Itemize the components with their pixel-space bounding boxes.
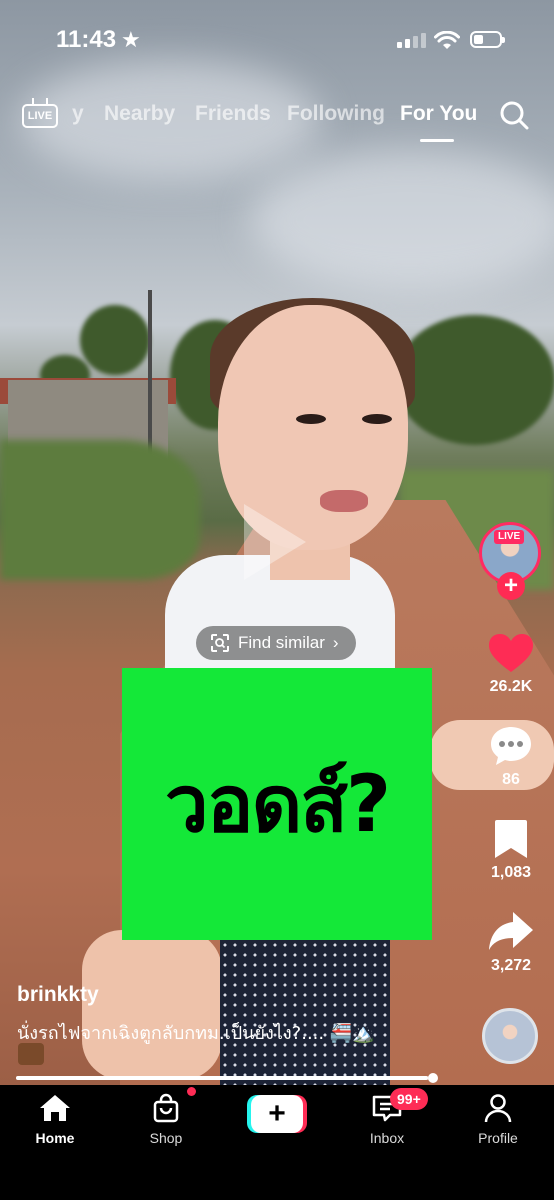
person-arm bbox=[82, 930, 222, 1080]
person-mouth bbox=[320, 490, 368, 512]
person-eye bbox=[296, 414, 326, 424]
find-similar-button[interactable]: Find similar › bbox=[196, 626, 356, 660]
video-caption[interactable]: นั่งรถไฟจากเฉิงตูกลับกทม.เป็นยังไง?.... … bbox=[17, 1018, 375, 1047]
person-eye bbox=[362, 414, 392, 424]
tiktok-feed-screen: 11:43 ★ LIVE y Nearby Friends Following … bbox=[0, 0, 554, 1200]
creator-username[interactable]: brinkkty bbox=[17, 983, 99, 1007]
nav-shop-label: Shop bbox=[149, 1130, 183, 1146]
live-icon: LIVE bbox=[22, 104, 58, 128]
like-count: 26.2K bbox=[489, 678, 533, 695]
palm-tree bbox=[80, 305, 150, 375]
nav-home-label: Home bbox=[35, 1130, 75, 1146]
status-bar: 11:43 ★ bbox=[0, 0, 554, 80]
nav-home[interactable]: Home bbox=[10, 1093, 100, 1146]
create-button[interactable]: + bbox=[247, 1095, 307, 1133]
sky-cloud bbox=[250, 150, 554, 290]
tab-partial[interactable]: y bbox=[72, 102, 84, 126]
nav-shop[interactable]: Shop bbox=[121, 1093, 211, 1146]
overlay-text-card: วอดส์? bbox=[122, 668, 432, 940]
search-icon[interactable] bbox=[499, 100, 529, 130]
overlay-text: วอดส์? bbox=[164, 760, 391, 850]
nav-profile[interactable]: Profile bbox=[453, 1093, 543, 1146]
status-time: 11:43 bbox=[56, 26, 117, 53]
live-badge: LIVE bbox=[494, 530, 525, 544]
play-icon[interactable] bbox=[244, 504, 306, 580]
bottom-nav: Home Shop + Inbox Profile bbox=[0, 1085, 554, 1200]
profile-icon bbox=[484, 1094, 512, 1123]
live-tv-button[interactable]: LIVE bbox=[22, 98, 58, 130]
tab-for-you[interactable]: For You bbox=[400, 102, 477, 126]
battery-icon bbox=[470, 31, 505, 48]
inbox-badge: 99+ bbox=[390, 1088, 428, 1110]
video-progress-knob[interactable] bbox=[428, 1073, 438, 1083]
utility-pole bbox=[148, 290, 152, 460]
video-progress-bar[interactable] bbox=[16, 1076, 436, 1080]
grass-left bbox=[0, 440, 200, 580]
suitcase-icon bbox=[18, 1043, 44, 1065]
bookmark-icon[interactable] bbox=[483, 818, 539, 860]
wifi-icon bbox=[434, 31, 460, 49]
shop-bag-icon bbox=[153, 1093, 179, 1123]
follow-plus-button[interactable]: + bbox=[497, 572, 525, 600]
comment-icon[interactable] bbox=[483, 725, 539, 767]
chevron-right-icon: › bbox=[332, 633, 339, 652]
heart-icon[interactable] bbox=[483, 632, 539, 674]
comment-count: 86 bbox=[502, 771, 520, 788]
person-skirt bbox=[220, 930, 390, 1085]
nav-inbox-label: Inbox bbox=[369, 1130, 405, 1146]
nav-profile-label: Profile bbox=[478, 1130, 518, 1146]
active-tab-indicator bbox=[420, 139, 454, 142]
tree bbox=[395, 315, 554, 445]
shop-notification-dot bbox=[187, 1087, 196, 1096]
star-icon: ★ bbox=[121, 27, 141, 52]
plus-icon: + bbox=[251, 1095, 303, 1133]
sound-disc[interactable] bbox=[482, 1008, 538, 1064]
tab-nearby[interactable]: Nearby bbox=[104, 102, 175, 126]
save-count: 1,083 bbox=[490, 864, 532, 881]
tab-friends[interactable]: Friends bbox=[195, 102, 271, 126]
share-count: 3,272 bbox=[490, 957, 532, 974]
cellular-signal-icon bbox=[397, 33, 426, 48]
scan-search-icon bbox=[211, 634, 229, 652]
share-icon[interactable] bbox=[483, 910, 539, 952]
video-progress-fill bbox=[16, 1076, 428, 1080]
home-icon bbox=[40, 1095, 70, 1121]
find-similar-label: Find similar bbox=[238, 633, 325, 652]
tab-following[interactable]: Following bbox=[287, 102, 385, 126]
